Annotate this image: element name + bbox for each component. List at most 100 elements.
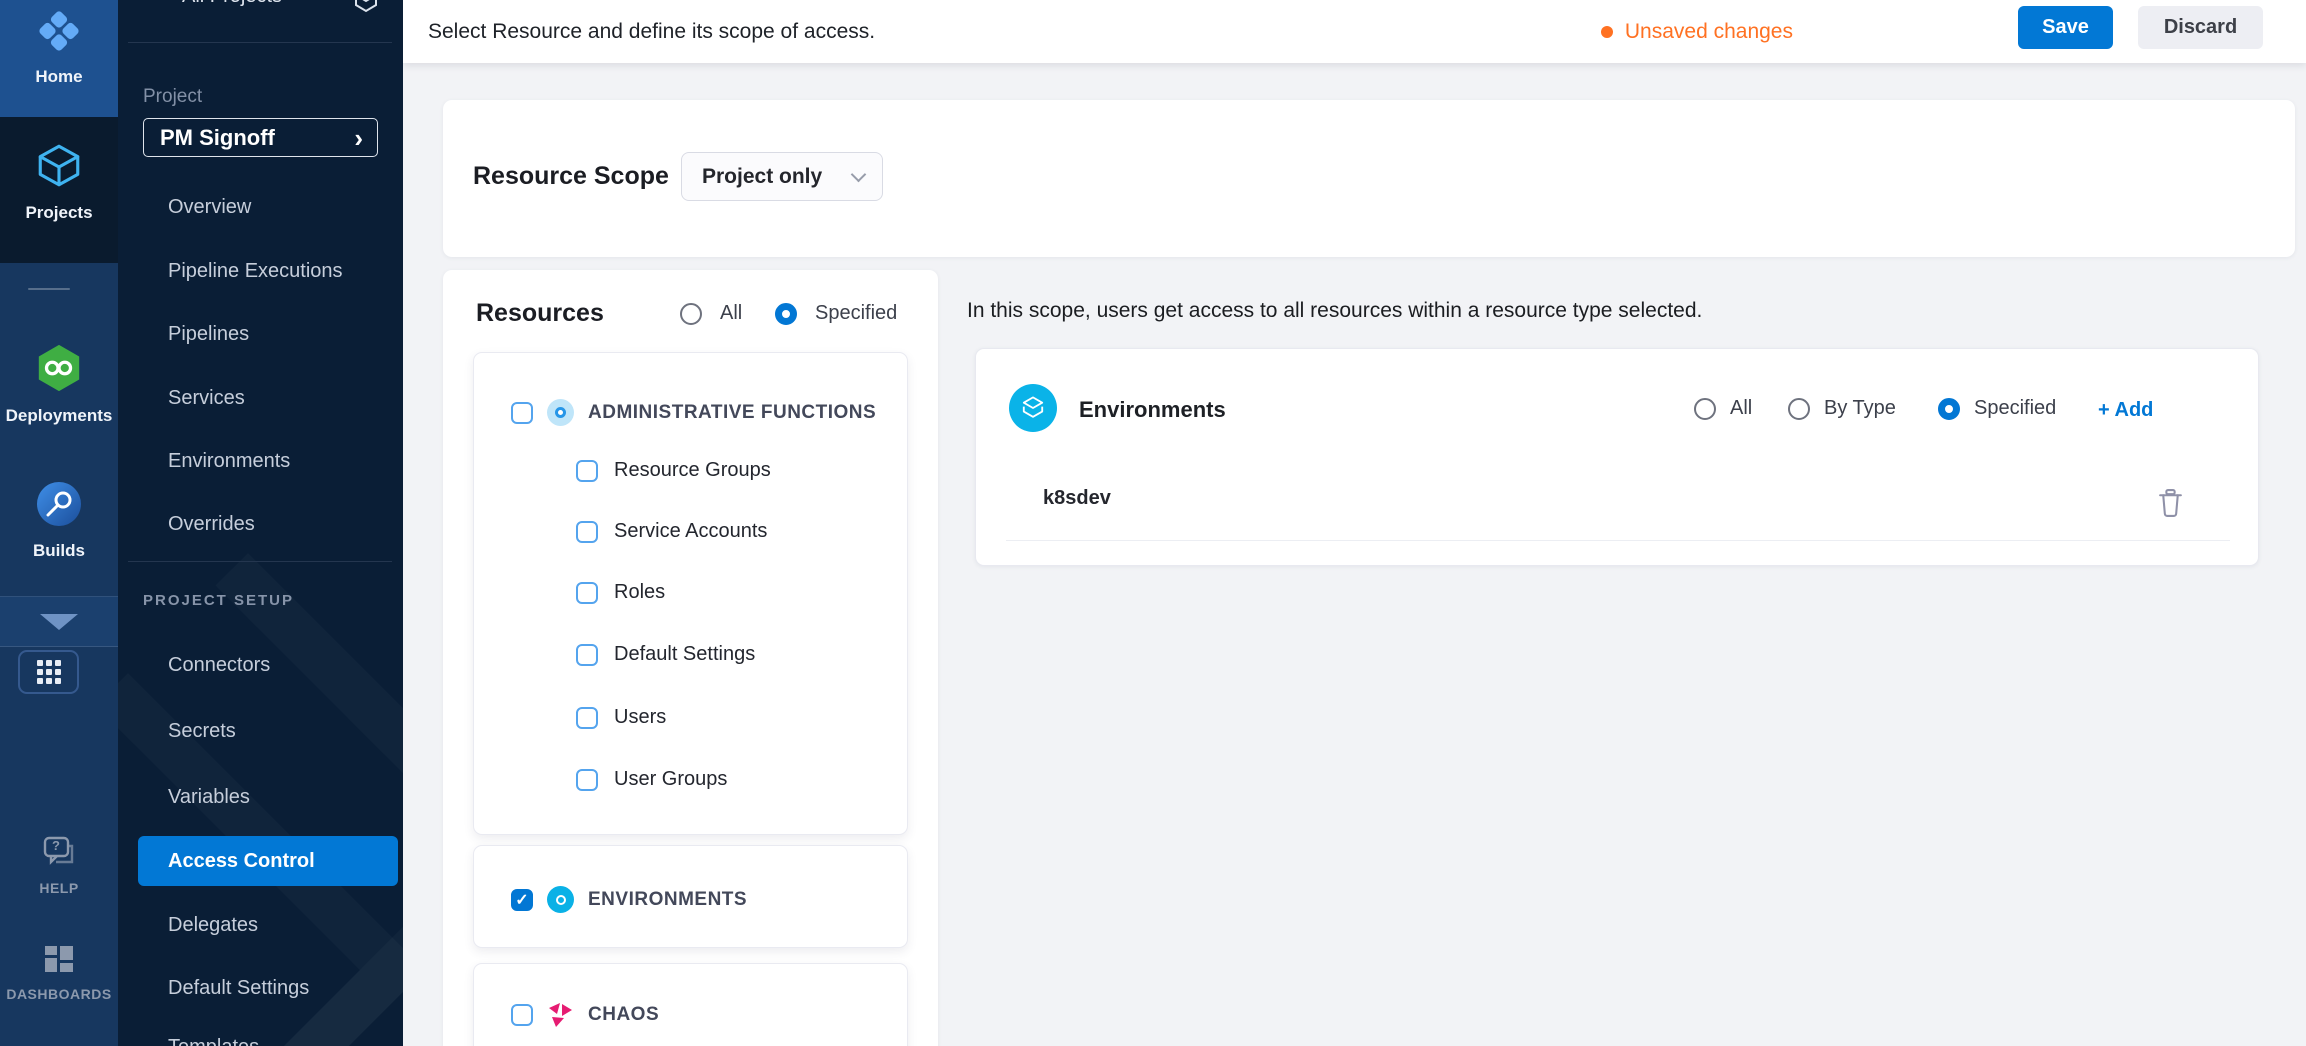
save-button[interactable]: Save: [2018, 6, 2113, 49]
project-selector[interactable]: PM Signoff ›: [143, 118, 378, 157]
scope-radio-all[interactable]: All: [1694, 397, 1752, 420]
project-sidebar: All Projects Project PM Signoff › Overvi…: [118, 0, 403, 1046]
chaos-label: CHAOS: [588, 1004, 659, 1026]
admin-child-roles: Roles: [576, 581, 665, 604]
chaos-icon: [547, 1001, 574, 1028]
admin-functions-label: ADMINISTRATIVE FUNCTIONS: [588, 402, 876, 424]
administrative-functions-icon: [547, 399, 574, 426]
user-groups-checkbox[interactable]: [576, 769, 598, 791]
rail-item-projects[interactable]: Projects: [0, 142, 118, 223]
admin-child-resource-groups: Resource Groups: [576, 459, 771, 482]
resource-scope-card: Resource Scope Project only: [443, 100, 2295, 257]
admin-child-default-settings: Default Settings: [576, 643, 755, 666]
main-area: Select Resource and define its scope of …: [403, 0, 2306, 1046]
environments-icon: [1009, 384, 1057, 432]
chaos-group: CHAOS: [473, 963, 908, 1046]
sidebar-item-default-settings[interactable]: Default Settings: [168, 973, 309, 1003]
radio-icon: [680, 303, 702, 325]
rail-label-home: Home: [35, 67, 82, 87]
admin-functions-group: ADMINISTRATIVE FUNCTIONS Resource Groups…: [473, 352, 908, 835]
rail-divider: [28, 288, 70, 290]
project-name: PM Signoff: [160, 125, 275, 151]
sidebar-item-pipeline-executions[interactable]: Pipeline Executions: [168, 256, 343, 286]
page-title: Select Resource and define its scope of …: [428, 0, 875, 63]
chevron-down-icon: [40, 614, 78, 630]
rail-label-builds: Builds: [33, 541, 85, 561]
rail-item-dashboards[interactable]: DASHBOARDS: [0, 944, 118, 1002]
environments-checkbox-checked[interactable]: ✓: [511, 889, 533, 911]
module-rail: Home Projects Deployments: [0, 0, 118, 1046]
rail-label-help: HELP: [39, 880, 78, 896]
all-projects-partial[interactable]: All Projects: [182, 0, 282, 8]
scope-radio-specified[interactable]: Specified: [1938, 397, 2056, 420]
project-label: Project: [143, 86, 202, 108]
rail-collapse-strip[interactable]: [0, 596, 118, 647]
sidebar-item-secrets[interactable]: Secrets: [168, 716, 236, 746]
default-settings-checkbox[interactable]: [576, 644, 598, 666]
dropdown-value: Project only: [702, 165, 822, 189]
rail-label-dashboards: DASHBOARDS: [6, 986, 111, 1002]
admin-child-service-accounts: Service Accounts: [576, 520, 767, 543]
resources-radio-all[interactable]: All: [680, 302, 742, 325]
admin-child-user-groups: User Groups: [576, 768, 727, 791]
unsaved-label: Unsaved changes: [1625, 20, 1793, 44]
rail-item-builds[interactable]: Builds: [0, 480, 118, 561]
radio-icon: [1788, 398, 1810, 420]
sidebar-item-environments[interactable]: Environments: [168, 446, 290, 476]
row-divider: [1006, 540, 2230, 541]
discard-button[interactable]: Discard: [2138, 6, 2263, 49]
radio-icon: [1694, 398, 1716, 420]
builds-icon: [35, 480, 83, 533]
sidebar-item-overrides[interactable]: Overrides: [168, 509, 255, 539]
rail-label-deployments: Deployments: [6, 406, 113, 426]
sidebar-item-delegates[interactable]: Delegates: [168, 910, 258, 940]
resource-scope-dropdown[interactable]: Project only: [681, 152, 883, 201]
resource-scope-label: Resource Scope: [473, 162, 669, 191]
dashboards-icon: [43, 944, 75, 979]
deployments-icon: [35, 343, 83, 398]
users-checkbox[interactable]: [576, 707, 598, 729]
roles-checkbox[interactable]: [576, 582, 598, 604]
sidebar-item-services[interactable]: Services: [168, 383, 245, 413]
sidebar-item-templates-partial[interactable]: Templates: [168, 1032, 259, 1046]
rail-item-help[interactable]: ? HELP: [0, 836, 118, 896]
question-glyph: ?: [52, 838, 60, 853]
rail-item-home[interactable]: Home: [0, 8, 118, 87]
chaos-checkbox[interactable]: [511, 1004, 533, 1026]
sidebar-item-variables[interactable]: Variables: [168, 782, 250, 812]
app-root: Home Projects Deployments: [0, 0, 2306, 1046]
environments-group: ✓ ENVIRONMENTS: [473, 845, 908, 948]
scope-cube-icon: [352, 0, 380, 19]
module-picker-button[interactable]: [18, 650, 79, 694]
home-icon: [36, 8, 82, 59]
chevron-right-icon: ›: [354, 125, 363, 151]
project-setup-header: PROJECT SETUP: [143, 592, 294, 609]
scope-description: In this scope, users get access to all r…: [967, 299, 1702, 323]
resources-panel: Resources All Specified ADMINISTRATIVE F…: [443, 270, 938, 1046]
environments-icon: [547, 886, 574, 913]
add-button[interactable]: + Add: [2098, 399, 2153, 422]
unsaved-dot-icon: [1601, 26, 1613, 38]
sidebar-divider: [128, 561, 392, 562]
trash-icon[interactable]: [2158, 488, 2183, 522]
rail-item-deployments[interactable]: Deployments: [0, 343, 118, 426]
admin-functions-checkbox[interactable]: [511, 402, 533, 424]
topbar: Select Resource and define its scope of …: [403, 0, 2306, 63]
service-accounts-checkbox[interactable]: [576, 521, 598, 543]
sidebar-item-connectors[interactable]: Connectors: [168, 650, 270, 680]
chevron-down-icon: [851, 166, 867, 182]
grid-icon: [37, 660, 61, 684]
sidebar-divider: [128, 42, 392, 43]
projects-icon: [34, 142, 84, 195]
sidebar-item-overview[interactable]: Overview: [168, 192, 251, 222]
sidebar-item-pipelines[interactable]: Pipelines: [168, 319, 249, 349]
environments-scope-card: Environments All By Type Specified + Add…: [975, 348, 2259, 566]
card-title: Environments: [1079, 397, 1226, 423]
scope-radio-by-type[interactable]: By Type: [1788, 397, 1896, 420]
help-icon: ?: [42, 836, 76, 873]
admin-functions-row: ADMINISTRATIVE FUNCTIONS: [511, 399, 876, 426]
sidebar-item-access-control-selected[interactable]: Access Control: [138, 836, 398, 886]
environments-label: ENVIRONMENTS: [588, 889, 747, 911]
resource-groups-checkbox[interactable]: [576, 460, 598, 482]
resources-radio-specified[interactable]: Specified: [775, 302, 897, 325]
